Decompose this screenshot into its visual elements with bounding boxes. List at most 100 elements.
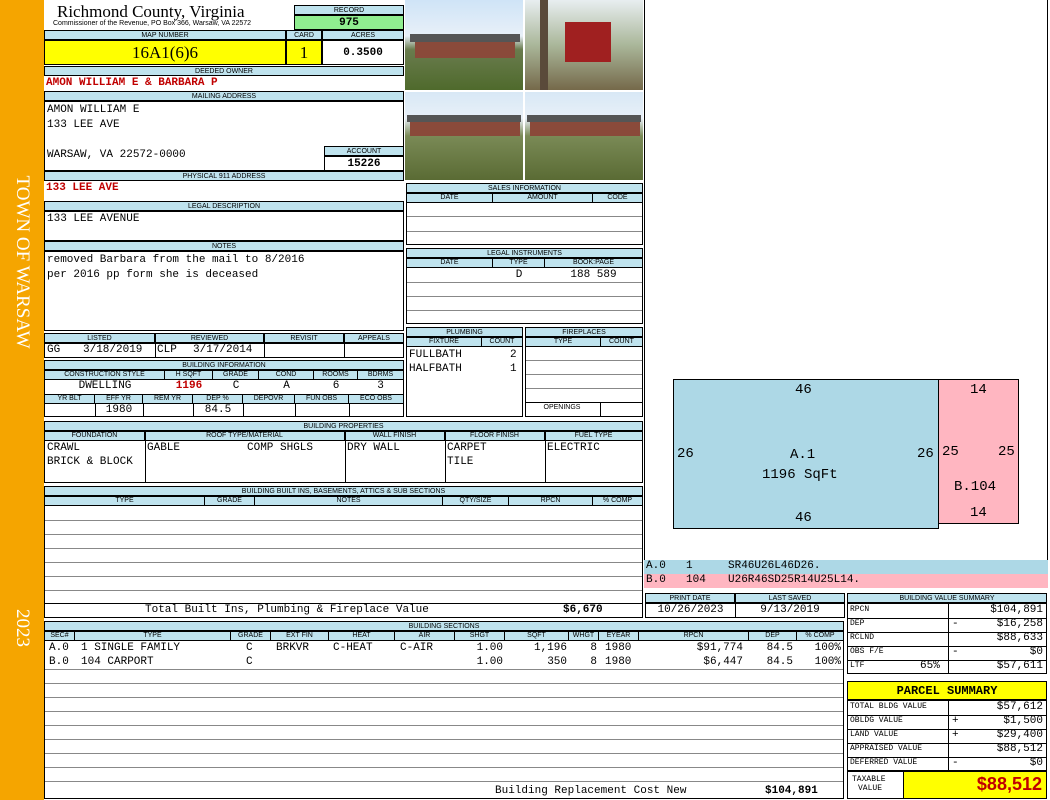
plumbing-count-1: 2 xyxy=(510,349,517,361)
builtins-total-label: Total Built Ins, Plumbing & Fireplace Va… xyxy=(145,604,429,616)
vs-obs-sign: - xyxy=(952,646,959,658)
ps-appraised: $88,512 xyxy=(996,743,1043,755)
sec-a-shgt: 1.00 xyxy=(476,642,503,654)
hdr-cond: COND xyxy=(259,371,314,380)
sec-b-shgt: 1.00 xyxy=(476,656,503,668)
legend-a-code: A.0 xyxy=(646,560,666,572)
ps-land: $29,400 xyxy=(996,729,1043,741)
listed-by: GG xyxy=(47,344,61,356)
fuel-type: ELECTRIC xyxy=(547,442,600,454)
ps-deferred-label: DEFERRED VALUE xyxy=(850,758,918,767)
hdr-grade: GRADE xyxy=(213,371,259,380)
parcel-summary-label: PARCEL SUMMARY xyxy=(847,681,1047,700)
bi-hdr-type: TYPE xyxy=(45,497,205,506)
sec-a-comp: 100% xyxy=(814,642,841,654)
hdr-effyr: EFF YR xyxy=(95,394,143,404)
vs-ltf-label: LTF xyxy=(850,661,865,670)
prop-hdr-foundation: FOUNDATION xyxy=(45,432,145,441)
sec-hdr-num: SEC# xyxy=(45,632,75,641)
prop-hdr-wall: WALL FINISH xyxy=(345,432,445,441)
sec-a-sqft: 1,196 xyxy=(533,642,567,654)
ps-total-bldg: $57,612 xyxy=(996,701,1043,713)
properties-label: BUILDING PROPERTIES xyxy=(44,421,643,431)
shed-photo xyxy=(525,0,643,90)
mailing-label: MAILING ADDRESS xyxy=(44,91,404,101)
li-hdr-date: DATE xyxy=(407,259,493,268)
vs-obs-label: OBS F/E xyxy=(850,647,884,656)
dep-value: 84.5 xyxy=(204,404,232,416)
vs-rpcn: $104,891 xyxy=(990,604,1043,616)
properties-box: FOUNDATION ROOF TYPE/MATERIAL WALL FINIS… xyxy=(44,431,643,483)
notes-label: NOTES xyxy=(44,241,404,251)
li-type: D xyxy=(515,269,523,281)
ps-total-bldg-label: TOTAL BLDG VALUE xyxy=(850,702,927,711)
taxable-label-2: VALUE xyxy=(858,784,883,793)
mailing-line1: AMON WILLIAM E xyxy=(47,104,140,116)
foundation-2: BRICK & BLOCK xyxy=(47,456,133,468)
sec-a-heat: C-HEAT xyxy=(333,642,373,654)
sketch-a-bottom: 46 xyxy=(795,510,812,526)
appeals-label: APPEALS xyxy=(344,333,404,343)
sec-a-rpcn: $91,774 xyxy=(696,642,743,654)
sec-hdr-comp: % COMP xyxy=(797,632,843,641)
sec-a-dep: 84.5 xyxy=(766,642,793,654)
bi-hdr-notes: NOTES xyxy=(255,497,443,506)
sec-hdr-type: TYPE xyxy=(75,632,231,641)
vs-rpcn-label: RPCN xyxy=(850,605,870,614)
cond-value: A xyxy=(283,380,290,392)
plumbing-fixture-2: HALFBATH xyxy=(409,363,462,375)
sections-total-label: Building Replacement Cost New xyxy=(495,785,687,797)
legend-b-vector: U26R46SD25R14U25L14. xyxy=(728,574,861,586)
legal-box: 133 LEE AVENUE xyxy=(44,211,404,241)
prop-hdr-floor: FLOOR FINISH xyxy=(445,432,545,441)
map-number-value: 16A1(6)6 xyxy=(44,40,286,65)
dates-row: 10/26/2023 9/13/2019 xyxy=(645,603,845,618)
house-photo-1 xyxy=(405,0,523,90)
sketch-a-left: 26 xyxy=(677,446,694,462)
acres-value: 0.3500 xyxy=(322,40,404,65)
hdr-construction-style: CONSTRUCTION STYLE xyxy=(45,371,165,380)
legend-row-b: B.0 104 U26R46SD25R14U25L14. xyxy=(644,574,1048,588)
legend-b-num: 104 xyxy=(686,574,706,586)
vs-dep-sign: - xyxy=(952,618,959,630)
sec-hdr-rpcn: RPCN xyxy=(639,632,749,641)
ps-obldg-sign: + xyxy=(952,715,959,727)
hdr-ecoobs: ECO OBS xyxy=(349,394,403,404)
print-date-value: 10/26/2023 xyxy=(657,604,724,616)
sec-hdr-eyear: EYEAR xyxy=(599,632,639,641)
hdr-funobs: FUN OBS xyxy=(295,394,349,404)
sketch-area: 46 46 26 26 A.1 1196 SqFt 14 14 25 25 B.… xyxy=(644,0,1048,560)
sec-b-comp: 100% xyxy=(814,656,841,668)
legal-instruments-box: DATE TYPE BOOK:PAGE D 188 589 xyxy=(406,258,643,324)
ps-obldg: $1,500 xyxy=(1003,715,1043,727)
sec-a-whgt: 8 xyxy=(590,642,597,654)
sketch-a-area: 1196 SqFt xyxy=(762,467,838,483)
bi-hdr-rpcn: RPCN xyxy=(509,497,593,506)
roof-type: GABLE xyxy=(147,442,181,454)
vs-rclnd-label: RCLND xyxy=(850,633,875,642)
sec-b-rpcn: $6,447 xyxy=(703,656,743,668)
bi-hdr-grade: GRADE xyxy=(205,497,255,506)
building-info-box: CONSTRUCTION STYLE H SQFT GRADE COND ROO… xyxy=(44,370,404,417)
prop-hdr-fuel: FUEL TYPE xyxy=(545,432,642,441)
acres-label: ACRES xyxy=(322,30,404,40)
plumbing-box: FIXTURE COUNT FULLBATH 2 HALFBATH 1 xyxy=(406,337,523,417)
builtins-total-value: $6,670 xyxy=(563,604,603,616)
li-bookpage: 188 589 xyxy=(570,269,617,281)
physical-value: 133 LEE AVE xyxy=(46,182,119,194)
sketch-a-right: 26 xyxy=(917,446,934,462)
grade-value: C xyxy=(232,380,240,392)
map-number-label: MAP NUMBER xyxy=(44,30,286,40)
eff-yr-value: 1980 xyxy=(105,404,133,416)
print-date-label: PRINT DATE xyxy=(645,593,735,603)
town-label: TOWN OF WARSAW xyxy=(12,175,33,349)
legend-a-vector: SR46U26L46D26. xyxy=(728,560,821,572)
card-value: 1 xyxy=(286,40,322,65)
last-saved-value: 9/13/2019 xyxy=(760,604,820,616)
account-label: ACCOUNT xyxy=(324,146,404,156)
sec-a-air: C-AIR xyxy=(400,642,434,654)
house-photo-2 xyxy=(405,92,523,180)
sketch-b-left: 25 xyxy=(942,444,959,460)
owner-label: DEEDED OWNER xyxy=(44,66,404,76)
wall-finish: DRY WALL xyxy=(347,442,400,454)
